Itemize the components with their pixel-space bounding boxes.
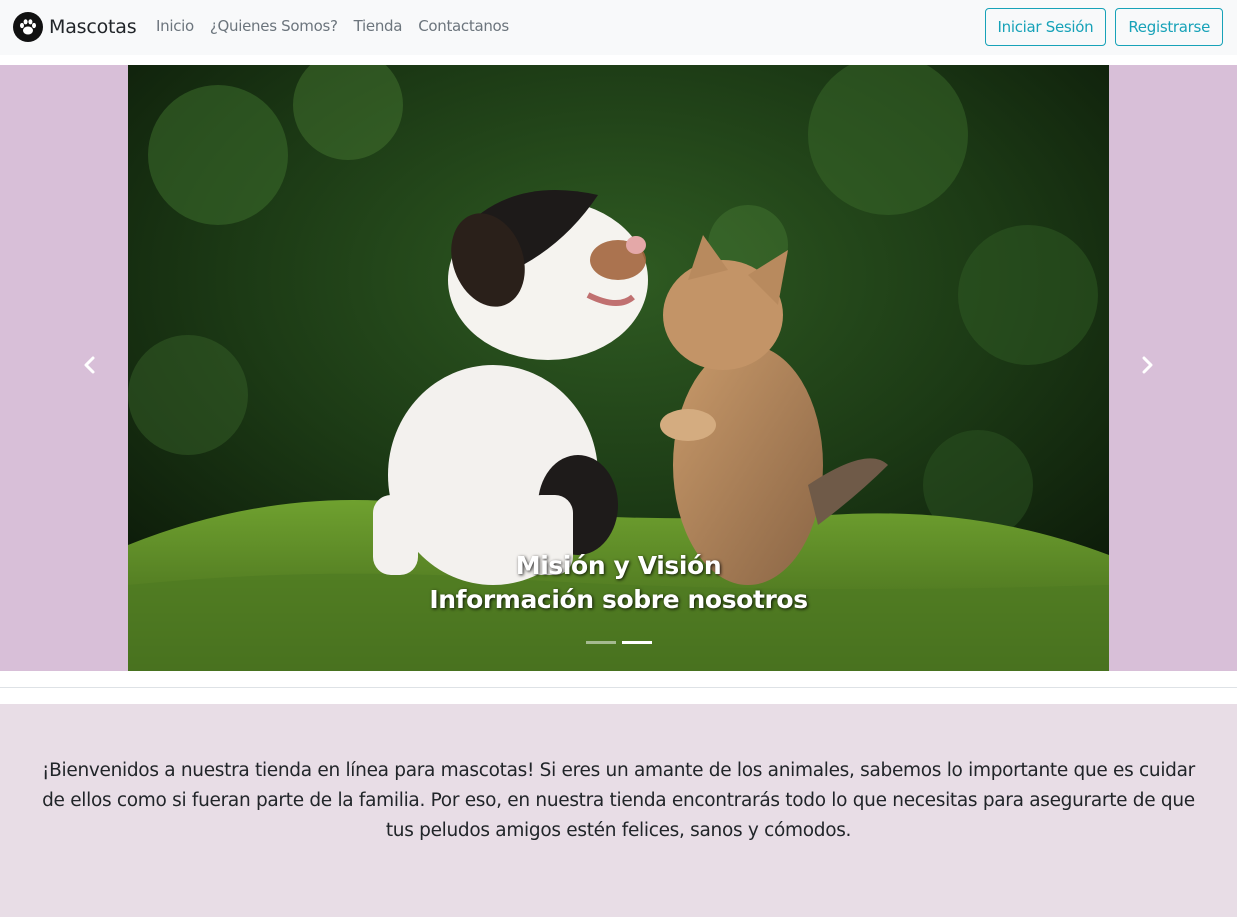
caption-title: Misión y Visión — [515, 551, 722, 580]
register-button[interactable]: Registrarse — [1115, 8, 1223, 46]
nav-link-contactanos[interactable]: Contactanos — [418, 17, 509, 35]
brand-name: Mascotas — [49, 16, 137, 38]
auth-buttons: Iniciar Sesión Registrarse — [984, 8, 1223, 46]
login-button[interactable]: Iniciar Sesión — [984, 8, 1107, 46]
welcome-text: ¡Bienvenidos a nuestra tienda en línea p… — [42, 760, 1195, 841]
divider — [0, 687, 1237, 688]
navbar: Mascotas Inicio ¿Quienes Somos? Tienda C… — [0, 0, 1237, 55]
carousel-indicators — [128, 641, 1109, 644]
nav-link-tienda[interactable]: Tienda — [354, 17, 403, 35]
paw-icon — [13, 12, 43, 42]
welcome-section: ¡Bienvenidos a nuestra tienda en línea p… — [0, 704, 1237, 917]
carousel-caption: Misión y Visión Información sobre nosotr… — [128, 549, 1109, 617]
brand-link[interactable]: Mascotas — [13, 12, 137, 42]
carousel-indicator-2[interactable] — [621, 641, 652, 644]
caption-subtitle: Información sobre nosotros — [429, 585, 808, 614]
nav-link-inicio[interactable]: Inicio — [156, 17, 194, 35]
carousel-next-button[interactable] — [1127, 345, 1167, 385]
carousel-prev-button[interactable] — [70, 345, 110, 385]
nav-links: Inicio ¿Quienes Somos? Tienda Contactano… — [156, 17, 509, 35]
carousel-slide: Misión y Visión Información sobre nosotr… — [128, 65, 1109, 671]
carousel-indicator-1[interactable] — [585, 641, 616, 644]
nav-link-quienes-somos[interactable]: ¿Quienes Somos? — [210, 17, 338, 35]
chevron-left-icon — [84, 356, 95, 374]
carousel: Misión y Visión Información sobre nosotr… — [0, 65, 1237, 671]
chevron-right-icon — [1142, 356, 1153, 374]
